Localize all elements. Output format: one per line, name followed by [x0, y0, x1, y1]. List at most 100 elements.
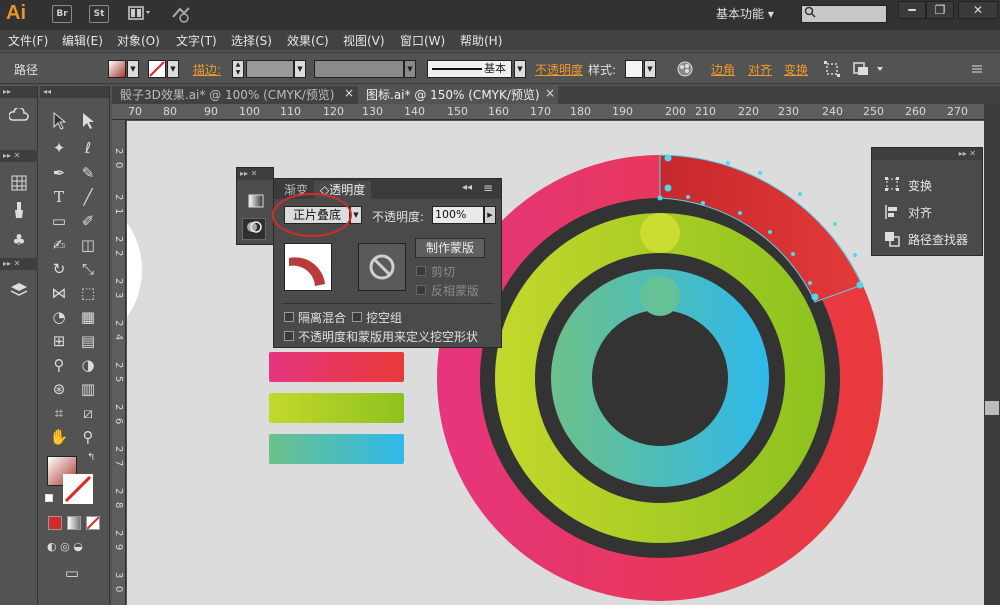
shaper-tool-icon[interactable]: ✍	[47, 234, 71, 256]
brushes-icon[interactable]	[7, 201, 31, 223]
curvature-tool-icon[interactable]: ✎	[76, 162, 100, 184]
gradient-bar-blue[interactable]	[269, 434, 404, 464]
paintbrush-tool-icon[interactable]: ✐	[76, 210, 100, 232]
tab-close-icon[interactable]: ×	[545, 86, 555, 100]
arrange-documents-icon[interactable]	[128, 5, 154, 23]
screen-mode-icon[interactable]: ▭	[60, 562, 84, 584]
scale-tool-icon[interactable]: ⤡	[76, 258, 100, 280]
tab-dice-3d[interactable]: 骰子3D效果.ai* @ 100% (CMYK/预览)	[112, 86, 357, 104]
collapsed-panel-header[interactable]: ▸▸ ✕	[237, 168, 273, 180]
menu-file[interactable]: 文件(F)	[8, 32, 48, 49]
vertical-scrollbar[interactable]	[984, 104, 1000, 605]
menu-type[interactable]: 文字(T)	[176, 32, 217, 49]
blend-tool-icon[interactable]: ◑	[76, 354, 100, 376]
opacity-mask-knockout-checkbox[interactable]	[284, 331, 294, 341]
pathfinder-panel-link[interactable]: 路径查找器	[908, 231, 968, 248]
tab-icon-document[interactable]: 图标.ai* @ 150% (CMYK/预览)	[358, 86, 558, 104]
symbol-sprayer-tool-icon[interactable]: ⊛	[47, 378, 71, 400]
opacity-mask-thumbnail[interactable]	[358, 243, 406, 291]
knockout-group-checkbox[interactable]	[352, 312, 362, 322]
invert-mask-checkbox[interactable]	[416, 285, 426, 295]
slice-tool-icon[interactable]: ⧄	[76, 402, 100, 424]
close-button[interactable]: ✕	[958, 1, 998, 19]
pen-tool-icon[interactable]: ✒	[47, 162, 71, 184]
gpu-performance-icon[interactable]	[170, 5, 196, 23]
bridge-button[interactable]: Br	[52, 5, 72, 23]
clip-checkbox[interactable]	[416, 266, 426, 276]
panel-menu-icon[interactable]	[968, 60, 994, 78]
workspace-switcher[interactable]: 基本功能 ▾	[716, 5, 774, 22]
none-mode-icon[interactable]	[86, 516, 100, 530]
default-fill-stroke-icon[interactable]	[45, 494, 53, 502]
perspective-grid-tool-icon[interactable]: ▦	[76, 306, 100, 328]
color-mode-icon[interactable]	[48, 516, 62, 530]
column-graph-tool-icon[interactable]: ▥	[76, 378, 100, 400]
stroke-dropdown-arrow[interactable]: ▼	[167, 60, 179, 78]
mesh-tool-icon[interactable]: ⊞	[47, 330, 71, 352]
type-tool-icon[interactable]: T	[47, 186, 71, 208]
opacity-link[interactable]: 不透明度	[535, 61, 583, 78]
graphic-style-dropdown[interactable]: ▼	[644, 60, 656, 78]
graphic-style-swatch[interactable]	[625, 60, 643, 78]
transform-icon[interactable]	[884, 176, 900, 192]
maximize-button[interactable]: ❐	[926, 1, 954, 19]
free-transform-tool-icon[interactable]: ⬚	[76, 282, 100, 304]
layers-icon[interactable]	[7, 282, 31, 304]
gradient-panel-icon[interactable]	[244, 192, 268, 214]
stroke-weight-dropdown[interactable]: ▼	[294, 60, 306, 78]
rectangle-tool-icon[interactable]: ▭	[47, 210, 71, 232]
gradient-mode-icon[interactable]	[67, 516, 81, 530]
variable-width-field[interactable]	[314, 60, 404, 78]
brush-dropdown[interactable]: ▼	[514, 60, 526, 78]
corner-link[interactable]: 边角	[711, 61, 735, 78]
shape-builder-tool-icon[interactable]: ◔	[47, 306, 71, 328]
transparency-panel-icon[interactable]	[242, 218, 266, 240]
search-input[interactable]	[801, 5, 887, 23]
panel-menu-icon[interactable]: ≡	[483, 181, 493, 195]
stroke-weight-stepper[interactable]: ▲ ▼	[232, 60, 244, 78]
selection-tool-icon[interactable]	[47, 111, 71, 134]
gradient-bar-red[interactable]	[269, 352, 404, 382]
gradient-tool-icon[interactable]: ▤	[76, 330, 100, 352]
lasso-tool-icon[interactable]: ℓ	[76, 137, 100, 159]
eyedropper-tool-icon[interactable]: ⚲	[47, 354, 71, 376]
left-dock-header-3[interactable]: ▸▸ ✕	[0, 258, 38, 270]
opacity-input[interactable]: 100%	[432, 206, 484, 224]
creative-cloud-libraries-icon[interactable]	[7, 106, 31, 130]
stroke-swatch[interactable]	[148, 60, 166, 78]
drawing-modes-icon[interactable]: ◐ ◎ ◒	[47, 540, 103, 554]
swatches-icon[interactable]	[7, 175, 31, 197]
pathfinder-icon[interactable]	[884, 231, 900, 247]
direct-selection-tool-icon[interactable]	[76, 112, 100, 134]
symbols-icon[interactable]: ♣	[7, 229, 31, 251]
stroke-weight-field[interactable]	[246, 60, 294, 78]
opacity-slider-arrow[interactable]: ▶	[484, 206, 496, 224]
magic-wand-tool-icon[interactable]: ✦	[47, 137, 71, 159]
scrollbar-thumb[interactable]	[985, 401, 999, 415]
transform-panel-link[interactable]: 变换	[908, 177, 932, 194]
tools-panel-header[interactable]: ◂◂	[40, 86, 109, 98]
recolor-artwork-icon[interactable]	[676, 60, 702, 78]
eraser-tool-icon[interactable]: ◫	[76, 234, 100, 256]
menu-effect[interactable]: 效果(C)	[287, 32, 329, 49]
minimize-button[interactable]: ━	[898, 1, 926, 19]
menu-window[interactable]: 窗口(W)	[400, 32, 445, 49]
align-link[interactable]: 对齐	[748, 61, 772, 78]
horizontal-ruler[interactable]: 70 80 90 100 110 120 130 140 150 160 170…	[112, 104, 986, 120]
transform-link[interactable]: 变换	[784, 61, 808, 78]
stroke-link[interactable]: 描边:	[193, 61, 221, 78]
isolate-selected-icon[interactable]	[823, 60, 849, 78]
center-circle[interactable]	[592, 310, 728, 446]
width-tool-icon[interactable]: ⋈	[47, 282, 71, 304]
brush-definition-field[interactable]: 基本	[427, 60, 512, 78]
align-icon[interactable]	[884, 204, 900, 220]
right-dock-header[interactable]: ▸▸ ✕	[872, 148, 982, 160]
menu-view[interactable]: 视图(V)	[343, 32, 385, 49]
menu-select[interactable]: 选择(S)	[231, 32, 272, 49]
menu-help[interactable]: 帮助(H)	[460, 32, 502, 49]
fill-swatch[interactable]	[108, 60, 126, 78]
stroke-color-swatch[interactable]	[63, 474, 93, 504]
left-dock-header-2[interactable]: ▸▸ ✕	[0, 150, 38, 162]
offscreen-white-shape[interactable]	[127, 188, 142, 352]
stock-button[interactable]: St	[89, 5, 109, 23]
